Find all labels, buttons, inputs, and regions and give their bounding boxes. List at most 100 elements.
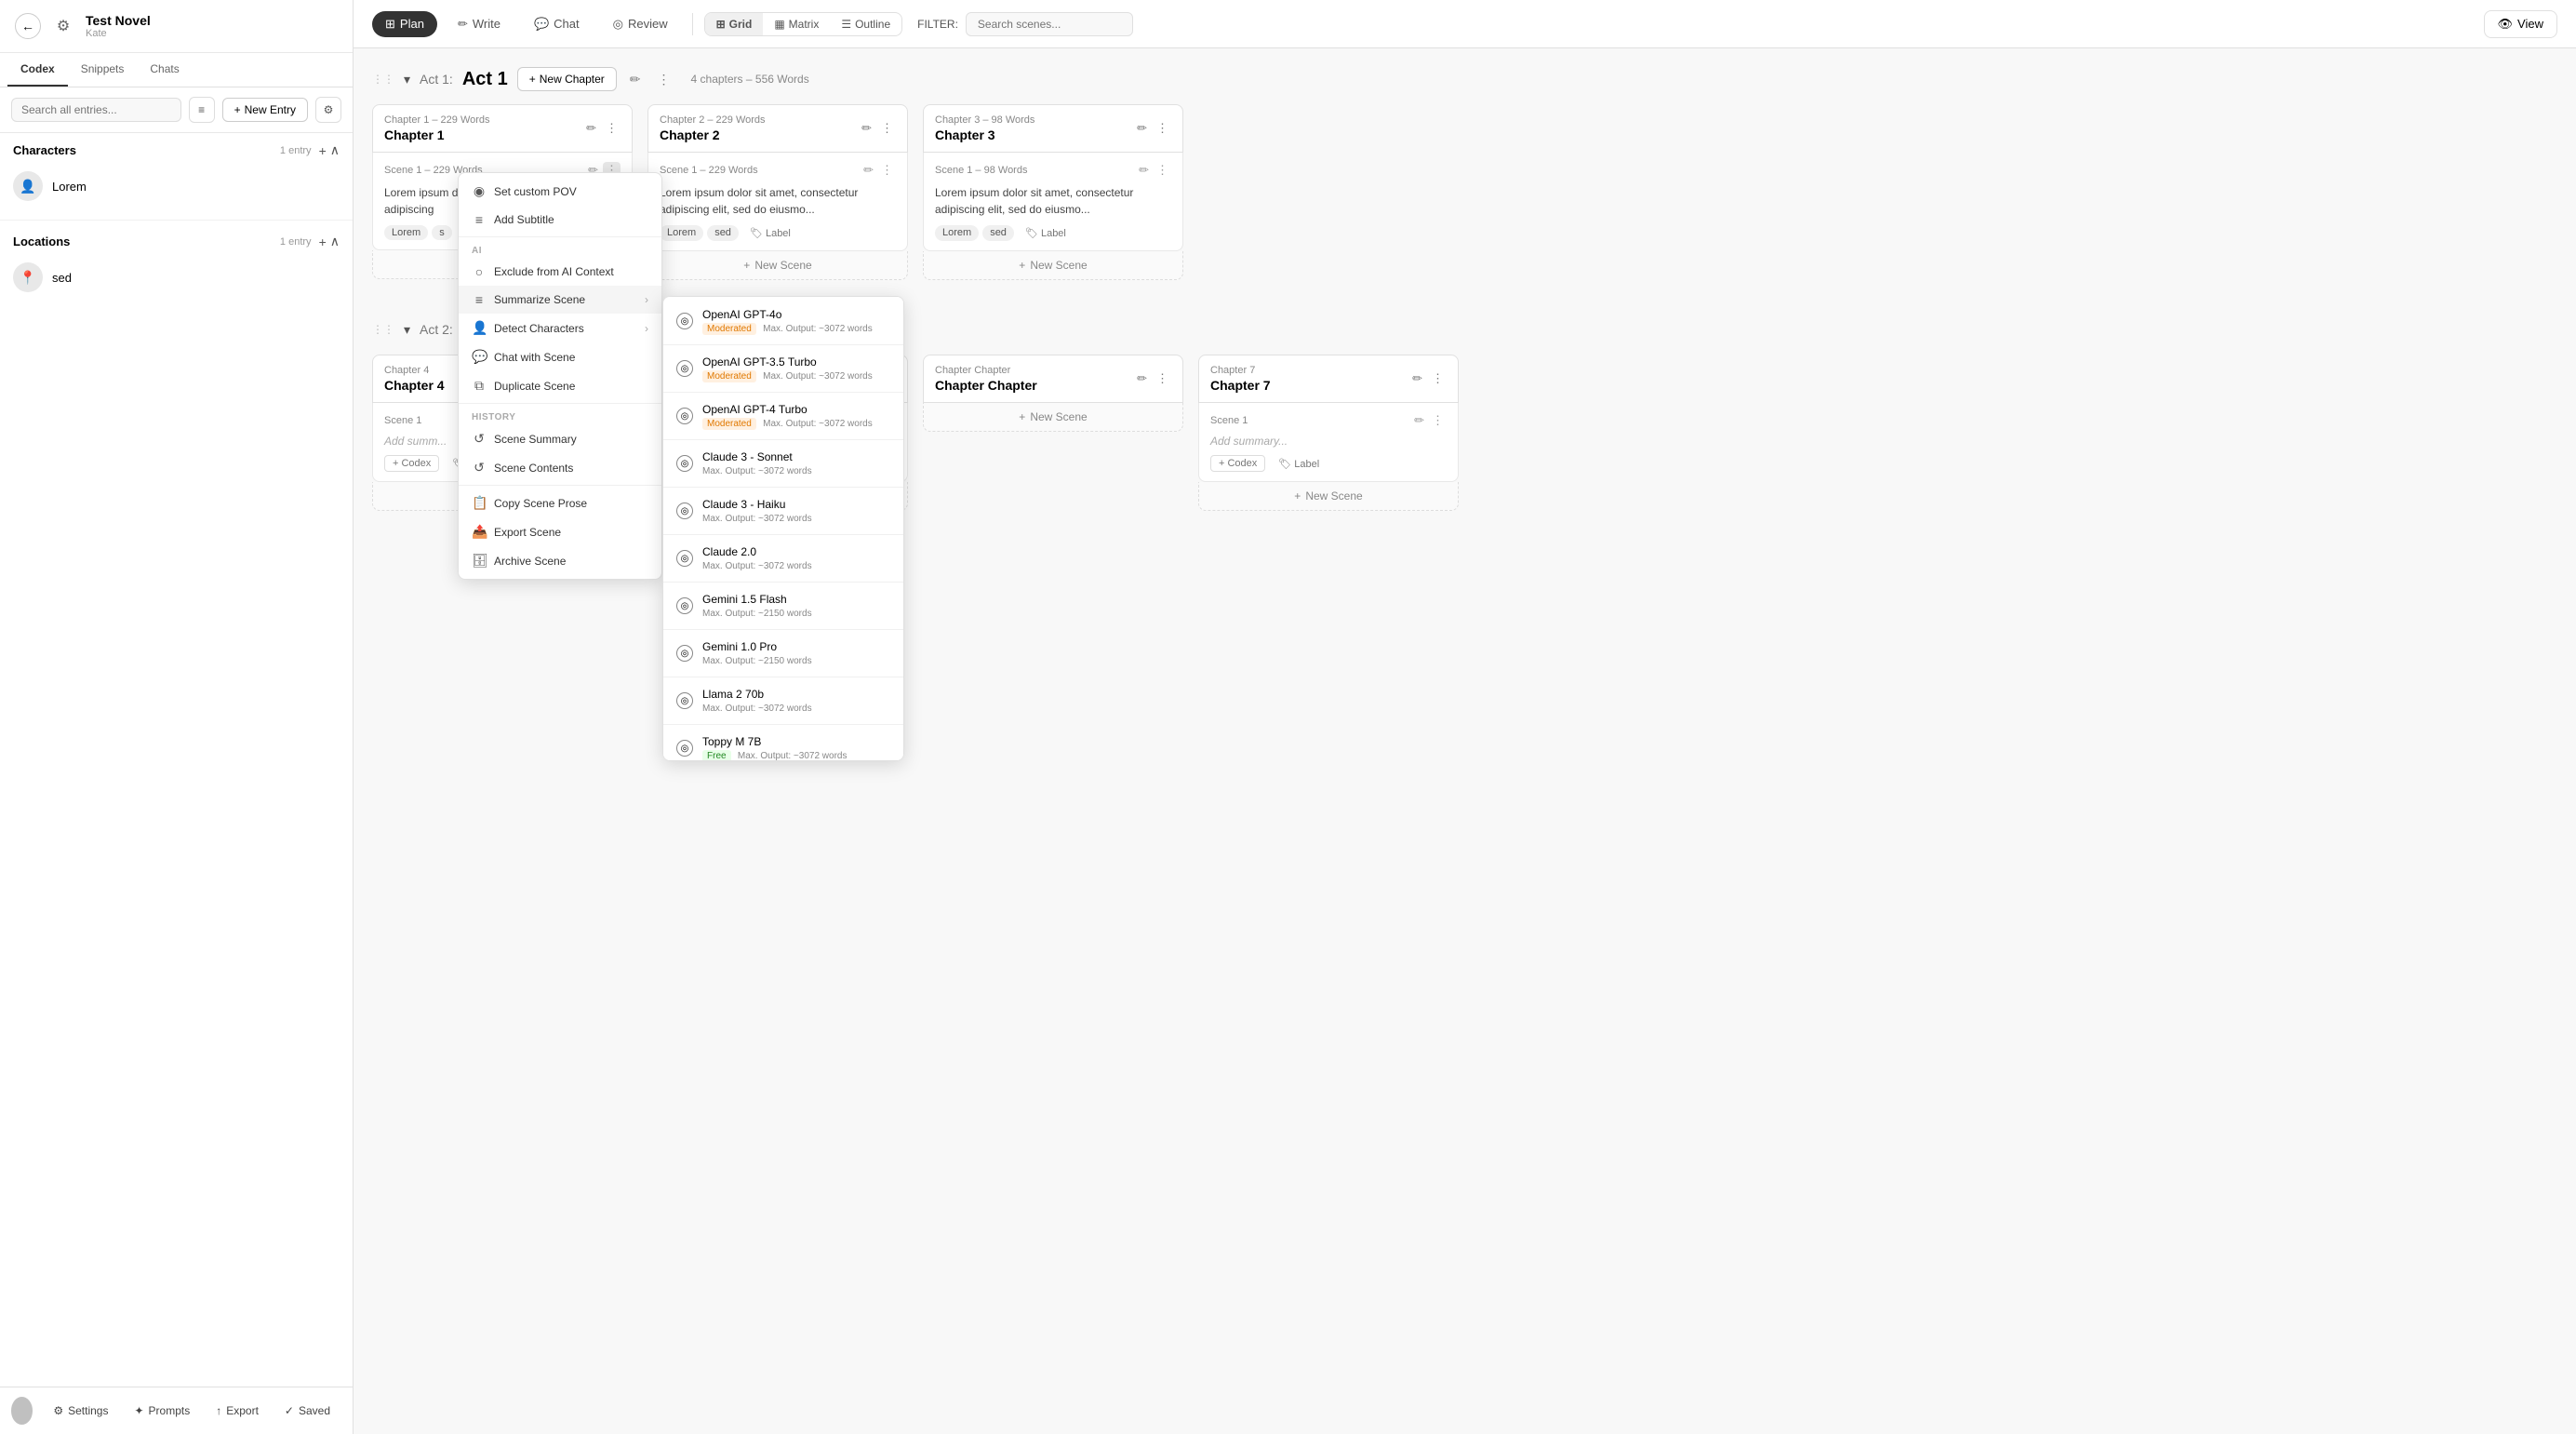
act1-edit-button[interactable]: ✏ (626, 70, 645, 89)
chapter2-edit-button[interactable]: ✏ (859, 119, 874, 138)
chapter1-edit-button[interactable]: ✏ (583, 119, 599, 138)
copy-prose-label: Copy Scene Prose (494, 497, 587, 510)
gpt4o-badge: Moderated (702, 323, 756, 335)
ch2-scene1-edit[interactable]: ✏ (861, 162, 876, 179)
act1-new-chapter-button[interactable]: + New Chapter (517, 67, 617, 91)
model-claude3haiku[interactable]: ◎ Claude 3 - Haiku Max. Output: ~3072 wo… (663, 490, 903, 531)
ch4-scene1-label: Scene 1 (384, 415, 421, 426)
collapse-characters-button[interactable]: ∧ (330, 142, 340, 158)
act2-collapse-button[interactable]: ▾ (404, 322, 410, 338)
chapter7-meta: Chapter 7 (1210, 365, 1271, 376)
tab-snippets[interactable]: Snippets (68, 53, 138, 87)
model-claude20[interactable]: ◎ Claude 2.0 Max. Output: ~3072 words (663, 538, 903, 579)
model-toppym7b[interactable]: ◎ Toppy M 7B Free Max. Output: ~3072 wor… (663, 728, 903, 761)
toppym7b-icon: ◎ (676, 740, 693, 757)
view-button[interactable]: 👁 View (2484, 10, 2557, 38)
settings-icon[interactable]: ⚙ (50, 13, 76, 39)
filter-button[interactable]: ≡ (189, 97, 215, 123)
menu-detect-chars[interactable]: 👤 Detect Characters › (459, 314, 661, 342)
model-llama270b[interactable]: ◎ Llama 2 70b Max. Output: ~3072 words (663, 680, 903, 721)
view-label: View (2517, 17, 2543, 31)
menu-scene-contents[interactable]: ↺ Scene Contents (459, 453, 661, 482)
plus-icon: + (234, 103, 241, 116)
add-character-button[interactable]: + (319, 142, 327, 158)
ch7-scene1-edit[interactable]: ✏ (1411, 412, 1427, 429)
chapter7-edit-button[interactable]: ✏ (1409, 369, 1425, 388)
menu-scene-summary[interactable]: ↺ Scene Summary (459, 424, 661, 453)
settings-nav-icon: ⚙ (53, 1404, 63, 1417)
chapter3-more-button[interactable]: ⋮ (1154, 119, 1171, 138)
chapter3-edit-button[interactable]: ✏ (1134, 119, 1150, 138)
saved-nav-button[interactable]: ✓ Saved (274, 1399, 341, 1423)
gpt4turbo-icon: ◎ (676, 408, 693, 424)
chapter2-meta: Chapter 2 – 229 Words (660, 114, 766, 126)
location-entry-sed[interactable]: 📍 sed (13, 257, 340, 298)
model-gemini10pro[interactable]: ◎ Gemini 1.0 Pro Max. Output: ~2150 word… (663, 633, 903, 674)
ch4-codex-tag[interactable]: + Codex (384, 455, 439, 472)
tab-codex[interactable]: Codex (7, 53, 68, 87)
ch7-codex-tag[interactable]: + Codex (1210, 455, 1265, 472)
claude3haiku-max: Max. Output: ~3072 words (702, 514, 812, 524)
scene1-tag-lorem: Lorem (384, 225, 428, 240)
act1-header: ⋮⋮ ▾ Act 1: Act 1 + New Chapter ✏ ⋮ 4 ch… (372, 67, 2557, 91)
settings-nav-button[interactable]: ⚙ Settings (42, 1399, 119, 1423)
search-input[interactable] (11, 98, 181, 122)
ch3-scene1-more[interactable]: ⋮ (1154, 162, 1171, 179)
menu-chat-scene[interactable]: 💬 Chat with Scene (459, 342, 661, 371)
ch2-tag-lorem: Lorem (660, 225, 703, 241)
chapter-chapter-edit-button[interactable]: ✏ (1134, 369, 1150, 388)
chapter7-new-scene-button[interactable]: + New Scene (1198, 482, 1459, 511)
menu-summarize-scene[interactable]: ≡ Summarize Scene › (459, 286, 661, 314)
chat-mode-button[interactable]: 💬 Chat (521, 11, 593, 37)
act1-drag-handle[interactable]: ⋮⋮ (372, 73, 394, 86)
act1-more-button[interactable]: ⋮ (654, 70, 674, 89)
character-entry-lorem[interactable]: 👤 Lorem (13, 166, 340, 207)
chapter-chapter-more-button[interactable]: ⋮ (1154, 369, 1171, 388)
menu-copy-prose[interactable]: 📋 Copy Scene Prose (459, 489, 661, 517)
search-scenes-input[interactable] (966, 12, 1133, 36)
menu-exclude-ai[interactable]: ○ Exclude from AI Context (459, 258, 661, 286)
new-entry-button[interactable]: + New Entry (222, 98, 308, 122)
model-gemini15flash[interactable]: ◎ Gemini 1.5 Flash Max. Output: ~2150 wo… (663, 585, 903, 626)
chapter2-new-scene-button[interactable]: + New Scene (647, 251, 908, 280)
scene-summary-label: Scene Summary (494, 433, 577, 446)
back-button[interactable]: ← (15, 13, 41, 39)
ch3-scene1-edit[interactable]: ✏ (1136, 162, 1152, 179)
prompts-nav-button[interactable]: ✦ Prompts (123, 1399, 201, 1423)
ch-chapter-new-scene-label: New Scene (1030, 410, 1087, 423)
add-location-button[interactable]: + (319, 234, 327, 249)
ch2-scene1-more[interactable]: ⋮ (878, 162, 896, 179)
tab-chats[interactable]: Chats (137, 53, 192, 87)
chapter2-more-button[interactable]: ⋮ (878, 119, 896, 138)
model-gpt35turbo[interactable]: ◎ OpenAI GPT-3.5 Turbo Moderated Max. Ou… (663, 348, 903, 389)
menu-duplicate[interactable]: ⧉ Duplicate Scene (459, 371, 661, 400)
menu-archive-scene[interactable]: 🗄 Archive Scene (459, 546, 661, 575)
claude3sonnet-name: Claude 3 - Sonnet (702, 450, 890, 463)
chats-tab-label: Chats (150, 62, 179, 75)
grid-view-button[interactable]: ⊞ Grid (705, 13, 764, 35)
outline-view-button[interactable]: ☰ Outline (830, 13, 901, 35)
matrix-view-button[interactable]: ▦ Matrix (763, 13, 830, 35)
write-mode-button[interactable]: ✏ Write (445, 11, 514, 37)
model-gpt4o[interactable]: ◎ OpenAI GPT-4o Moderated Max. Output: ~… (663, 301, 903, 342)
chapter1-more-button[interactable]: ⋮ (603, 119, 621, 138)
settings-button-2[interactable]: ⚙ (315, 97, 341, 123)
plan-mode-button[interactable]: ⊞ Plan (372, 11, 437, 37)
act1-collapse-button[interactable]: ▾ (404, 72, 410, 87)
menu-set-pov[interactable]: ◉ Set custom POV (459, 177, 661, 206)
chapter-chapter-new-scene-button[interactable]: + New Scene (923, 403, 1183, 432)
ch7-scene1-more[interactable]: ⋮ (1429, 412, 1447, 429)
act2-drag-handle[interactable]: ⋮⋮ (372, 323, 394, 336)
chapter1-header: Chapter 1 – 229 Words Chapter 1 ✏ ⋮ (372, 104, 633, 153)
chapter7-more-button[interactable]: ⋮ (1429, 369, 1447, 388)
export-nav-button[interactable]: ↑ Export (205, 1399, 270, 1423)
collapse-locations-button[interactable]: ∧ (330, 234, 340, 249)
chapter3-new-scene-button[interactable]: + New Scene (923, 251, 1183, 280)
sidebar-bottom-nav: ⚙ Settings ✦ Prompts ↑ Export ✓ Saved (0, 1387, 353, 1434)
menu-export-scene[interactable]: 📤 Export Scene (459, 517, 661, 546)
location-name: sed (52, 271, 72, 285)
model-claude3sonnet[interactable]: ◎ Claude 3 - Sonnet Max. Output: ~3072 w… (663, 443, 903, 484)
model-gpt4turbo[interactable]: ◎ OpenAI GPT-4 Turbo Moderated Max. Outp… (663, 395, 903, 436)
menu-add-subtitle[interactable]: ≡ Add Subtitle (459, 206, 661, 234)
review-mode-button[interactable]: ◎ Review (600, 11, 681, 37)
